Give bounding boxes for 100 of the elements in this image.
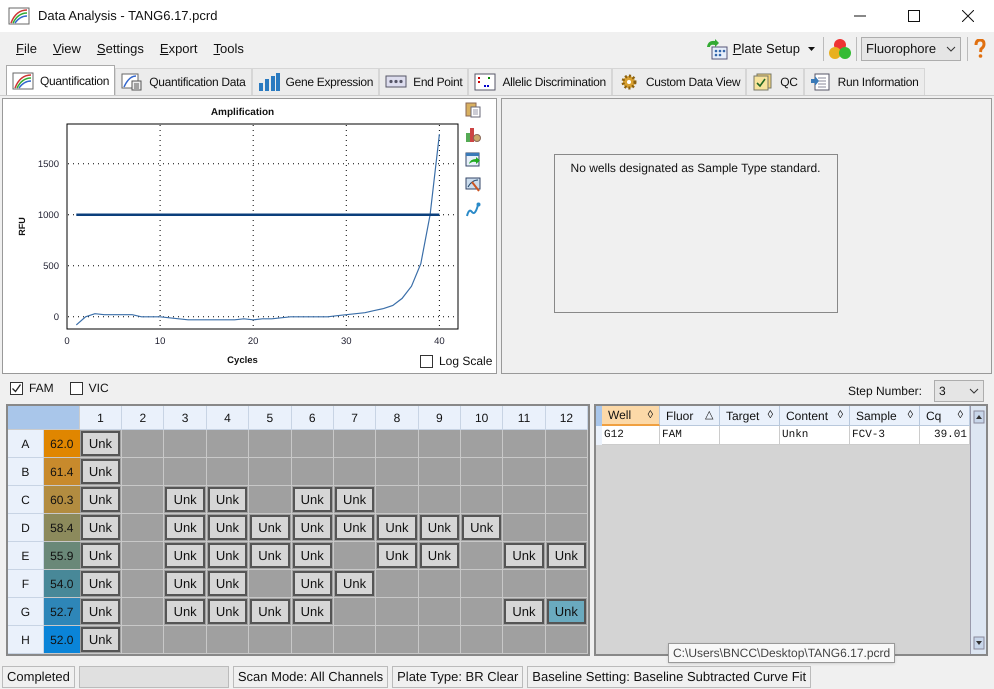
well[interactable]: Unk: [334, 571, 374, 596]
scroll-up-icon[interactable]: [972, 410, 984, 424]
well[interactable]: Unk: [80, 599, 120, 624]
tab[interactable]: End Point: [379, 68, 468, 95]
tab[interactable]: Custom Data View: [612, 68, 746, 95]
column-header[interactable]: 7: [334, 406, 376, 430]
column-header[interactable]: 8: [376, 406, 419, 430]
column-header[interactable]: 11: [503, 406, 546, 430]
menu-item[interactable]: Tools: [205, 39, 252, 59]
column-header[interactable]: 5: [249, 406, 292, 430]
column-header[interactable]: Content ◊: [780, 406, 850, 426]
well[interactable]: Unk: [504, 599, 544, 624]
column-header[interactable]: 6: [292, 406, 334, 430]
tab[interactable]: Run Information: [804, 68, 925, 95]
well[interactable]: Unk: [292, 487, 332, 512]
scrollbar[interactable]: [970, 406, 986, 654]
row-header[interactable]: E: [8, 542, 44, 570]
plate-setup-button[interactable]: Plate Setup: [700, 38, 819, 60]
maximize-icon[interactable]: [908, 10, 920, 22]
well[interactable]: Unk: [80, 487, 120, 512]
help-icon[interactable]: [974, 39, 986, 59]
well[interactable]: Unk: [208, 571, 248, 596]
column-header[interactable]: 12: [546, 406, 588, 430]
menu-item[interactable]: View: [44, 39, 89, 59]
close-icon[interactable]: [962, 10, 974, 22]
well[interactable]: Unk: [165, 543, 205, 568]
well[interactable]: Unk: [80, 571, 120, 596]
well[interactable]: Unk: [420, 515, 459, 540]
column-header[interactable]: Fluor △: [660, 406, 720, 426]
well[interactable]: Unk: [377, 515, 417, 540]
well[interactable]: Unk: [165, 487, 205, 512]
chart-settings-icon[interactable]: [465, 126, 481, 143]
tab[interactable]: Gene Expression: [252, 68, 380, 95]
row-header[interactable]: H: [8, 626, 44, 654]
well[interactable]: Unk: [292, 599, 332, 624]
well[interactable]: Unk: [80, 459, 120, 484]
well[interactable]: Unk: [80, 515, 120, 540]
well[interactable]: Unk: [80, 543, 120, 568]
log-scale-checkbox[interactable]: [420, 354, 433, 368]
step-number-dropdown[interactable]: 3: [934, 380, 984, 402]
tab[interactable]: Quantification Data: [115, 68, 252, 95]
tab[interactable]: Allelic Discrimination: [468, 68, 612, 95]
curves-icon: [12, 72, 34, 90]
well[interactable]: Unk: [250, 515, 290, 540]
column-header[interactable]: Well ◊: [602, 406, 660, 426]
well[interactable]: Unk: [292, 543, 332, 568]
well[interactable]: Unk: [250, 599, 290, 624]
column-header[interactable]: 4: [206, 406, 250, 430]
y-tick-label: 500: [43, 260, 59, 272]
scroll-down-icon[interactable]: [972, 636, 984, 650]
well[interactable]: Unk: [165, 515, 205, 540]
menu-item[interactable]: Settings: [88, 39, 152, 59]
well[interactable]: Unk: [504, 543, 544, 568]
window-title: Data Analysis - TANG6.17.pcrd: [38, 7, 218, 26]
tab[interactable]: Quantification: [6, 65, 116, 95]
column-header[interactable]: 2: [122, 406, 164, 430]
column-header[interactable]: 9: [418, 406, 461, 430]
row-header[interactable]: A: [8, 430, 44, 458]
row-header[interactable]: G: [8, 598, 44, 626]
column-header[interactable]: 1: [80, 406, 122, 430]
well[interactable]: Unk: [165, 599, 205, 624]
column-header[interactable]: 3: [164, 406, 207, 430]
well[interactable]: Unk: [546, 599, 586, 624]
column-header[interactable]: 10: [460, 406, 504, 430]
fluor-checkbox[interactable]: [10, 382, 23, 394]
well[interactable]: Unk: [208, 487, 248, 512]
menu-item[interactable]: File: [8, 39, 45, 59]
corner-header: [8, 406, 80, 430]
well[interactable]: Unk: [292, 515, 332, 540]
menu-item[interactable]: Export: [152, 39, 206, 59]
well[interactable]: Unk: [462, 515, 502, 540]
well[interactable]: Unk: [250, 543, 290, 568]
well[interactable]: Unk: [334, 487, 374, 512]
well[interactable]: Unk: [165, 571, 205, 596]
well[interactable]: Unk: [546, 543, 586, 568]
well[interactable]: Unk: [80, 627, 120, 652]
clipboard-icon[interactable]: [465, 101, 481, 118]
well[interactable]: Unk: [208, 515, 248, 540]
well[interactable]: Unk: [208, 543, 248, 568]
well[interactable]: Unk: [80, 431, 120, 456]
well[interactable]: Unk: [377, 543, 417, 568]
column-header[interactable]: Cq ◊: [920, 406, 970, 426]
fluorophore-dropdown[interactable]: Fluorophore: [861, 37, 961, 61]
column-header[interactable]: Sample ◊: [850, 406, 920, 426]
fluor-checkbox[interactable]: [70, 382, 83, 394]
well[interactable]: Unk: [420, 543, 459, 568]
row-header[interactable]: B: [8, 458, 44, 486]
row-header[interactable]: C: [8, 486, 44, 514]
well[interactable]: Unk: [334, 515, 374, 540]
color-dots-icon[interactable]: [828, 38, 852, 60]
row-selector[interactable]: [596, 426, 602, 445]
curve-icon[interactable]: [465, 201, 481, 218]
tab[interactable]: QC: [746, 68, 804, 95]
well[interactable]: Unk: [292, 571, 332, 596]
chart-edit-icon[interactable]: [465, 176, 481, 193]
well[interactable]: Unk: [208, 599, 248, 624]
row-header[interactable]: F: [8, 570, 44, 598]
row-header[interactable]: D: [8, 514, 44, 542]
column-header[interactable]: Target ◊: [720, 406, 780, 426]
export-icon[interactable]: [465, 151, 481, 168]
